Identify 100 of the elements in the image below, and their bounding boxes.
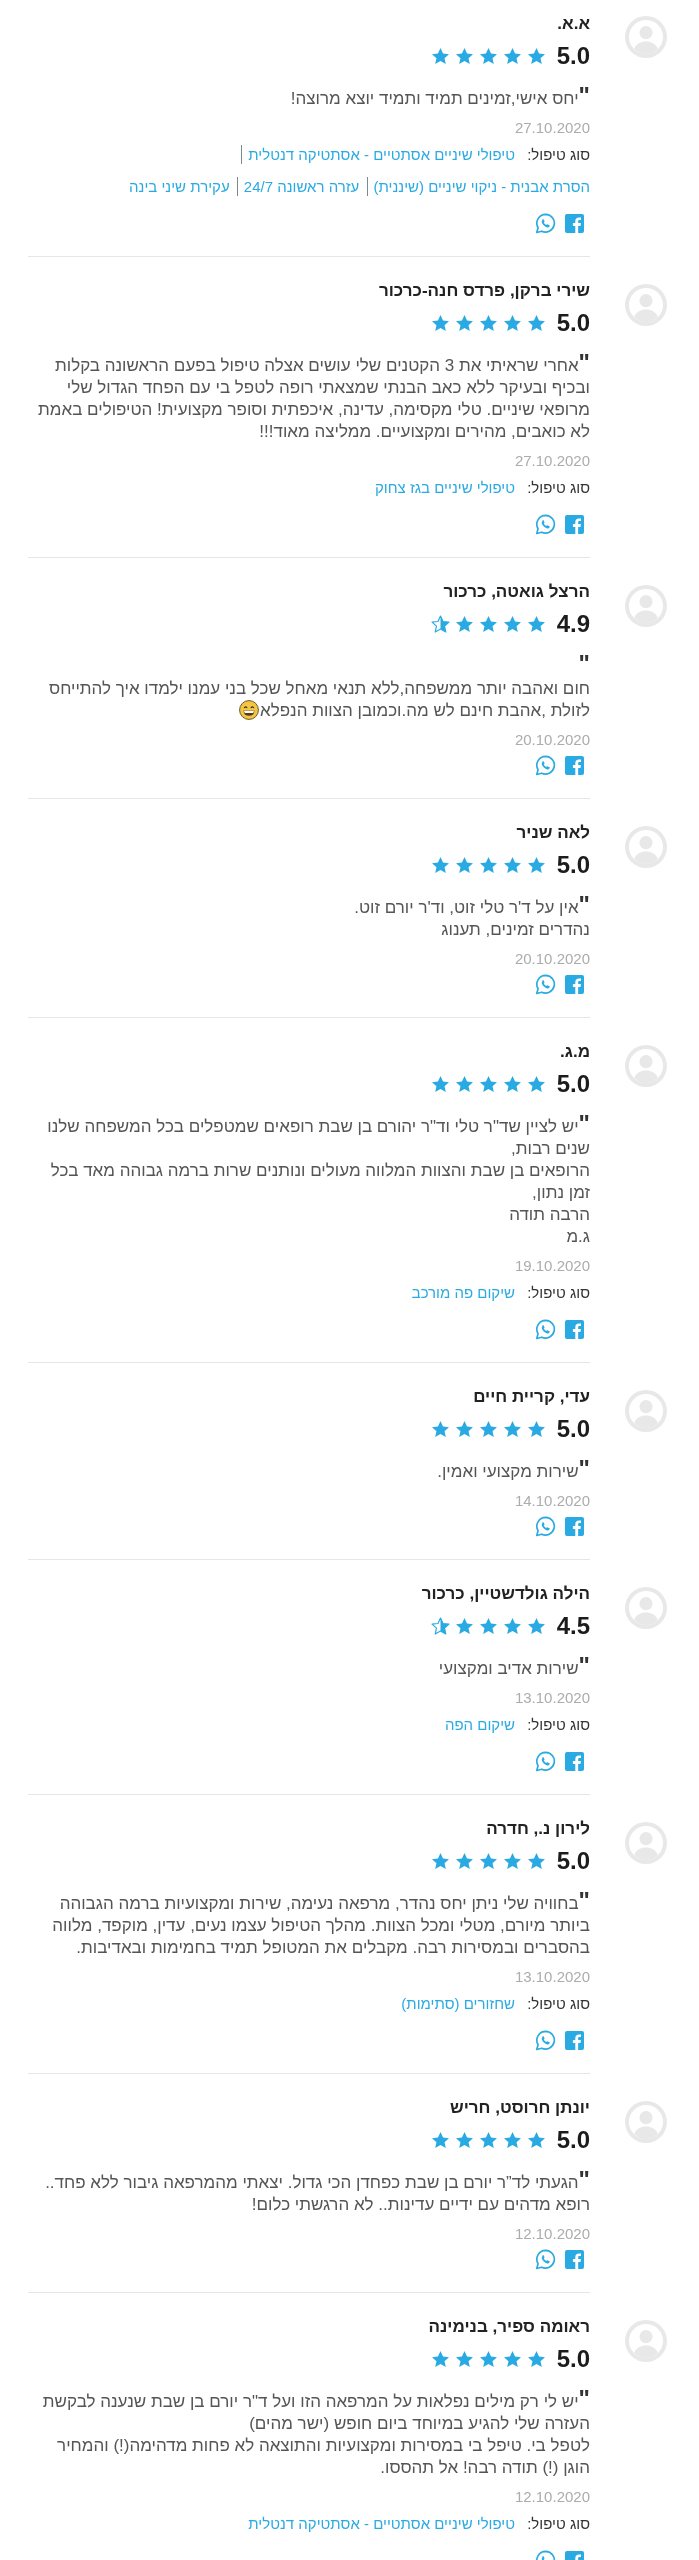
star-icon <box>430 2349 450 2369</box>
rating-score: 5.0 <box>556 308 590 338</box>
treatment-link[interactable]: עזרה ראשונה 24/7 <box>243 178 360 195</box>
whatsapp-icon[interactable] <box>535 1751 556 1772</box>
review-date: 20.10.2020 <box>513 949 590 969</box>
star-icon <box>454 614 474 634</box>
review-date: 13.10.2020 <box>513 1688 590 1708</box>
treatment-link[interactable]: שחזורים (סתימות) <box>401 1995 516 2012</box>
treatment-link[interactable]: שיקום פה מורכב <box>411 1284 516 1301</box>
review-text: "יש לציין שד"ר טלי וד"ר יהורם בן שבת רופאים שמטפלים בכל המשפחה שלנו שנים רבות, הרופאים בן שבת והצוות המלווה מעולים ונותנים שרות ברמה גבוהה מאד בכל זמן נתון, הרבה תודה ג.מ <box>47 1117 590 1246</box>
star-icon <box>454 1851 474 1871</box>
star-icon <box>478 313 498 333</box>
star-icon <box>454 2130 474 2150</box>
whatsapp-icon[interactable] <box>535 974 556 995</box>
review-date: 12.10.2020 <box>513 2224 590 2244</box>
treatment-link[interactable]: טיפולי שיניים אסתטיים - אסתטיקה דנטלית <box>248 146 516 163</box>
star-icon <box>454 855 474 875</box>
star-icon <box>478 2349 498 2369</box>
review-text: "אחרי שראיתי את 3 הקטנים שלי עושים אצלה טיפול בפעם הראשונה בקלות ובכיף ובעיקר ללא כאב הבנתי שמצאתי רופה לטפל בי עם הפחד הגדול שלי מרופאי שיניים. טלי מקסימה, עדינה, איכפתית וסופר מקצועית! הטיפולים באמת לא כואבים, מהירים ומקצועיים. ממליצה מאוד!!! <box>38 356 590 441</box>
reviewer-name: מ.ג. <box>559 1041 590 1063</box>
star-icon <box>430 313 450 333</box>
whatsapp-icon[interactable] <box>535 1319 556 1340</box>
facebook-icon[interactable] <box>565 2250 584 2269</box>
star-icon <box>454 2349 474 2369</box>
rating-score: 5.0 <box>556 850 590 880</box>
whatsapp-icon[interactable] <box>535 514 556 535</box>
star-icon <box>454 46 474 66</box>
star-icon <box>526 614 546 634</box>
star-icon <box>526 46 546 66</box>
review-text: "בחוויה שלי ניתן יחס נהדר, מרפאה נעימה, שירות ומקצועיות ברמה הגבוהה ביותר מיורם, מטלי ומכל הצוות. מהלך הטיפול עצמו נעים, עדין, מוקפד, מלווה בהסברים ובמסירות רבה. מקבלים את המטופל תמיד בחמימות ובאדיבות. <box>52 1894 590 1957</box>
whatsapp-icon[interactable] <box>535 1516 556 1537</box>
review-text: "אין על ד'ר טלי זוט, וד'ר יורם זוט. נהדרים זמינים, תענוג <box>354 898 590 939</box>
rating-score: 5.0 <box>556 2125 590 2155</box>
review-date: 12.10.2020 <box>513 2487 590 2507</box>
review-text: "שירות מקצועי ואמין. <box>437 1462 590 1481</box>
star-icon <box>454 1419 474 1439</box>
star-icon <box>478 1616 498 1636</box>
treatment-link[interactable]: טיפולי שיניים בגז צחוק <box>374 479 516 496</box>
star-icon <box>502 855 522 875</box>
treatment-label: סוג טיפול: <box>527 479 590 496</box>
review-text: "יש לי רק מילים נפלאות על המרפאה הזו ועל ד"ר יורם בן שבת שנענה לבקשת העזרה שלי להגיע במיוחד ביום חופש (ישר מהים) לטפל בי. טיפל בי במסירות ומקצועיות והתוצאה לא פחות מדהימה(!) והמחיר הוגן (!) תודה רבה! אל תהססו. <box>42 2392 590 2477</box>
review-date: 14.10.2020 <box>513 1491 590 1511</box>
whatsapp-icon[interactable] <box>535 2249 556 2270</box>
star-icon <box>430 1616 450 1636</box>
treatment-link[interactable]: הסרת אבנית - ניקוי שיניים (שיננית) <box>373 178 590 195</box>
facebook-icon[interactable] <box>565 756 584 775</box>
facebook-icon[interactable] <box>565 1320 584 1339</box>
treatment-label: סוג טיפול: <box>527 2515 590 2532</box>
star-icon <box>478 614 498 634</box>
star-icon <box>430 46 450 66</box>
treatment-label: סוג טיפול: <box>527 1995 590 2012</box>
review-date: 13.10.2020 <box>513 1967 590 1987</box>
reviewer-name: ראומה ספיר, בנימינה <box>427 2316 590 2338</box>
rating-score: 5.0 <box>556 1069 590 1099</box>
facebook-icon[interactable] <box>565 214 584 233</box>
reviewer-name: א.א. <box>556 13 590 35</box>
facebook-icon[interactable] <box>565 1752 584 1771</box>
star-icon <box>526 1074 546 1094</box>
facebook-icon[interactable] <box>565 2031 584 2050</box>
facebook-icon[interactable] <box>565 1517 584 1536</box>
star-icon <box>430 2130 450 2150</box>
whatsapp-icon[interactable] <box>535 2030 556 2051</box>
review-date: 20.10.2020 <box>513 730 590 750</box>
star-icon <box>478 1851 498 1871</box>
review-date: 27.10.2020 <box>513 118 590 138</box>
reviewer-name: לאה שניר <box>515 822 590 844</box>
treatment-link[interactable]: טיפולי שיניים אסתטיים - אסתטיקה דנטלית <box>248 2515 516 2532</box>
review-text: "יחס אישי,זמינים תמיד ותמיד יוצא מרוצה! <box>290 89 590 108</box>
whatsapp-icon[interactable] <box>535 755 556 776</box>
star-icon <box>526 1616 546 1636</box>
star-icon <box>430 614 450 634</box>
facebook-icon[interactable] <box>565 515 584 534</box>
reviewer-name: יונתן חרוסט, חריש <box>449 2097 590 2119</box>
rating-score: 5.0 <box>556 2344 590 2374</box>
star-icon <box>502 46 522 66</box>
star-icon <box>478 855 498 875</box>
star-icon <box>526 313 546 333</box>
facebook-icon[interactable] <box>565 975 584 994</box>
star-icon <box>502 2130 522 2150</box>
star-icon <box>526 1419 546 1439</box>
star-icon <box>502 1616 522 1636</box>
star-icon <box>526 2349 546 2369</box>
rating-score: 5.0 <box>556 41 590 71</box>
star-icon <box>502 1074 522 1094</box>
treatment-link[interactable]: שיקום הפה <box>444 1716 516 1733</box>
rating-score: 5.0 <box>556 1846 590 1876</box>
whatsapp-icon[interactable] <box>535 213 556 234</box>
star-icon <box>454 1616 474 1636</box>
star-icon <box>478 2130 498 2150</box>
reviewer-name: הילה גולדשטיין, כרכור <box>420 1583 590 1605</box>
rating-score: 5.0 <box>556 1414 590 1444</box>
treatment-label: סוג טיפול: <box>527 1716 590 1733</box>
star-icon <box>454 313 474 333</box>
treatment-link[interactable]: עקירת שיני בינה <box>129 178 230 195</box>
treatment-label: סוג טיפול: <box>527 1284 590 1301</box>
treatment-label: סוג טיפול: <box>527 146 590 163</box>
star-icon <box>478 46 498 66</box>
review-text: "שירות אדיב ומקצועי <box>438 1659 590 1678</box>
review-text: " חום ואהבה יותר ממשפחה,ללא תנאי מאחל שכל בני עמנו ילמדו איך להתייחס לזולת ,אהבת חינם לש מה.וכמובן הצוות הנפלא <box>49 657 590 720</box>
reviewer-name: הרצל גואטה, כרכור <box>442 581 590 603</box>
